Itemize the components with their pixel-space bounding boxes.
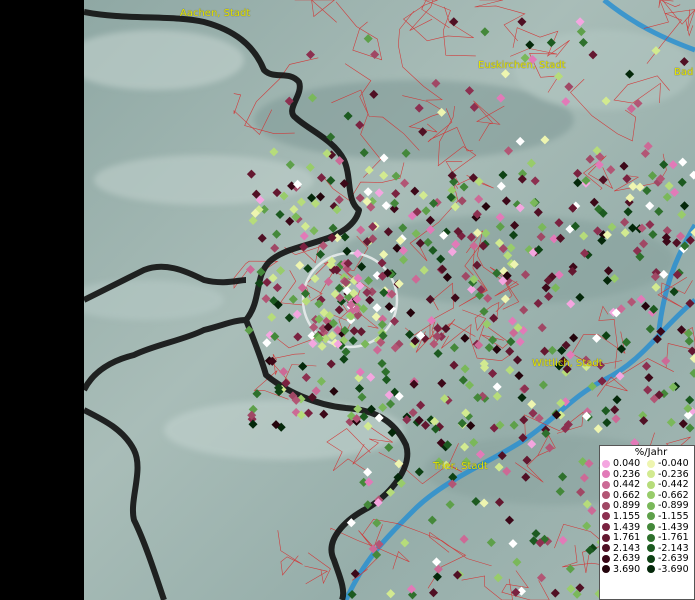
legend-row: 0.040 -0.040 [602,458,692,470]
legend-swatch-cell [602,565,613,576]
legend-swatch-cell [647,544,658,555]
legend-swatch [602,544,610,553]
legend-value: -3.690 [658,563,689,575]
legend-swatch [647,565,655,574]
legend-swatch-cell [647,459,658,470]
legend-swatch [602,554,610,563]
city-label-wittlich: Wittlich, Stadt [532,358,603,369]
legend-swatch-cell [602,533,613,544]
legend-swatch [647,491,655,500]
legend-value: -1.155 [658,510,689,522]
legend-value: 3.690 [613,563,641,575]
legend-swatch-cell [647,491,658,502]
legend-swatch [647,544,655,553]
legend-swatch [647,470,655,479]
legend-swatch [602,459,610,468]
legend-swatch-cell [602,459,613,470]
legend-swatch-cell [647,470,658,481]
legend-row: 1.155 -1.155 [602,510,692,523]
legend-swatch-cell [602,523,613,534]
legend-swatch-cell [647,554,658,565]
legend-value: 1.155 [613,510,641,522]
legend-swatch-cell [602,544,613,555]
legend-swatch-cell [602,512,613,523]
legend-swatch-cell [647,501,658,512]
city-label-euskirchen: Euskirchen, Stadt [478,60,566,71]
legend-swatch-cell [602,501,613,512]
legend-value: -0.040 [658,458,689,469]
legend-swatch-cell [602,470,613,481]
legend-swatch [647,554,655,563]
legend-swatch-cell [647,565,658,576]
legend-swatch [602,501,610,510]
city-label-aachen: Aachen, Stadt [180,8,251,19]
legend-swatch-cell [647,533,658,544]
legend-swatch [647,459,655,468]
legend-swatch [602,512,610,521]
legend-row: 3.690 -3.690 [602,563,692,576]
legend-swatch [647,480,655,489]
legend-swatch [602,565,610,574]
legend-table: 0.040 -0.040 0.236 -0.236 0.442 -0.442 0.662 -0… [602,458,692,576]
legend-swatch [602,470,610,479]
legend-swatch-cell [602,491,613,502]
legend-swatch-cell [602,554,613,565]
legend-swatch [602,523,610,532]
legend-value: 0.040 [613,458,641,469]
left-black-bar [0,0,84,600]
legend-swatch [647,512,655,521]
legend-swatch [647,533,655,542]
city-label-trier: Trier, Stadt [433,461,488,472]
city-label-bad: Bad [674,67,694,78]
legend-swatch-cell [647,512,658,523]
legend: %/Jahr 0.040 -0.040 0.236 -0.236 0.442 -0.442… [599,445,695,600]
legend-swatch [647,501,655,510]
legend-swatch [602,533,610,542]
legend-swatch-cell [647,523,658,534]
legend-swatch-cell [602,480,613,491]
legend-swatch [602,491,610,500]
legend-swatch [647,523,655,532]
legend-swatch [602,480,610,489]
legend-swatch-cell [647,480,658,491]
